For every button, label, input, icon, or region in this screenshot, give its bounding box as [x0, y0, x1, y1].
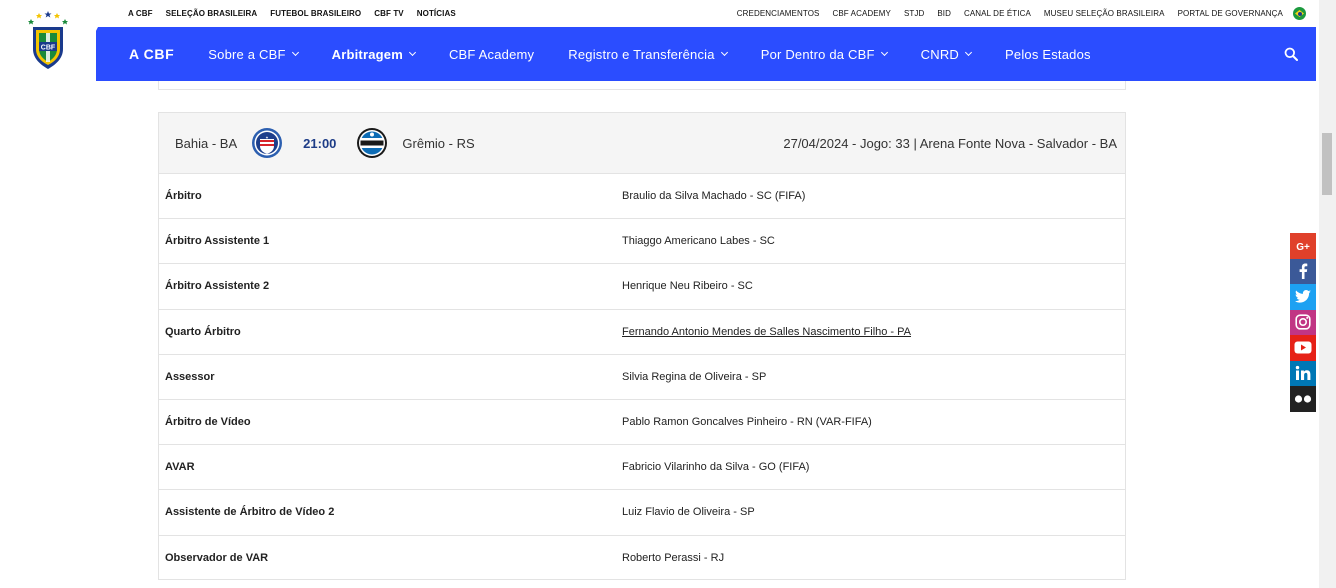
top-link-noticias[interactable]: NOTÍCIAS [417, 9, 456, 18]
official-name: Henrique Neu Ribeiro - SC [622, 280, 753, 293]
away-team-name[interactable]: Grêmio - RS [402, 136, 474, 151]
nav-label: Por Dentro da CBF [760, 46, 875, 62]
official-role: Árbitro de Vídeo [165, 416, 251, 429]
official-row: Assistente de Árbitro de Vídeo 2 Luiz Fl… [159, 490, 1125, 536]
chevron-down-icon [880, 48, 888, 56]
svg-text:★: ★ [265, 136, 269, 140]
nav-label: CNRD [920, 46, 960, 62]
official-role: Observador de VAR [165, 552, 269, 565]
chevron-down-icon [964, 48, 973, 56]
official-row: Árbitro de Vídeo Pablo Ramon Goncalves P… [159, 400, 1125, 446]
youtube-icon[interactable] [1290, 335, 1316, 361]
match-header: Bahia - BA ★ 21:00 Grêmio - RS 27/04/202… [159, 113, 1125, 174]
official-name: Silvia Regina de Oliveira - SP [622, 370, 767, 383]
bahia-crest-icon: ★ [252, 128, 283, 158]
top-link-canal-etica[interactable]: CANAL DE ÉTICA [964, 9, 1031, 18]
top-utility-bar: A CBF SELEÇÃO BRASILEIRA FUTEBOL BRASILE… [96, 0, 1316, 27]
facebook-icon[interactable] [1290, 258, 1316, 284]
match-time: 21:00 [303, 135, 337, 151]
match-info: 27/04/2024 - Jogo: 33 | Arena Fonte Nova… [783, 135, 1117, 151]
official-role: Árbitro Assistente 2 [165, 280, 270, 293]
official-row: Observador de VAR Roberto Perassi - RJ [159, 536, 1125, 581]
page-scrollbar[interactable] [1319, 0, 1336, 588]
instagram-icon[interactable] [1290, 309, 1316, 335]
nav-item-cbf-academy[interactable]: CBF Academy [449, 47, 534, 62]
nav-item-sobre[interactable]: Sobre a CBF [208, 46, 299, 62]
match-card: Bahia - BA ★ 21:00 Grêmio - RS 27/04/202… [158, 112, 1126, 580]
nav-label: Arbitragem [331, 46, 403, 62]
top-link-a-cbf[interactable]: A CBF [128, 9, 153, 18]
official-role: AVAR [165, 461, 195, 474]
nav-brand[interactable]: A CBF [129, 46, 174, 62]
top-link-cbf-academy[interactable]: CBF ACADEMY [832, 9, 890, 18]
google-plus-icon[interactable]: G+ [1290, 233, 1316, 259]
search-icon[interactable] [1284, 47, 1298, 61]
official-name: Luiz Flavio de Oliveira - SP [622, 506, 755, 519]
chevron-down-icon [291, 48, 299, 56]
cbf-logo[interactable]: CBF [0, 0, 96, 81]
official-row: AVAR Fabricio Vilarinho da Silva - GO (F… [159, 445, 1125, 491]
official-name: Thiaggo Americano Labes - SC [622, 235, 775, 248]
gremio-crest-icon [357, 128, 388, 158]
svg-text:CBF: CBF [41, 44, 56, 51]
social-sidebar: G+ [1290, 233, 1316, 412]
official-row: Assessor Silvia Regina de Oliveira - SP [159, 355, 1125, 400]
nav-item-cnrd[interactable]: CNRD [920, 46, 973, 62]
chevron-down-icon [408, 48, 417, 56]
flickr-icon[interactable] [1290, 386, 1316, 412]
official-role: Árbitro Assistente 1 [165, 235, 270, 248]
nav-item-pelos-estados[interactable]: Pelos Estados [1005, 47, 1091, 62]
top-link-cbftv[interactable]: CBF TV [374, 9, 404, 18]
nav-item-arbitragem[interactable]: Arbitragem [331, 46, 417, 62]
nav-label: Pelos Estados [1005, 46, 1091, 62]
top-link-credenciamentos[interactable]: CREDENCIAMENTOS [737, 9, 820, 18]
official-row: Árbitro Assistente 2 Henrique Neu Ribeir… [159, 264, 1125, 310]
top-link-stjd[interactable]: STJD [904, 9, 924, 18]
top-link-futebol[interactable]: FUTEBOL BRASILEIRO [270, 9, 361, 18]
top-link-bid[interactable]: BID [937, 9, 951, 18]
brazil-flag-icon[interactable] [1293, 7, 1306, 20]
linkedin-icon[interactable] [1290, 360, 1316, 386]
official-name: Pablo Ramon Goncalves Pinheiro - RN (VAR… [622, 416, 872, 429]
main-nav: A CBF Sobre a CBF Arbitragem CBF Academy… [70, 27, 1316, 81]
official-name: Braulio da Silva Machado - SC (FIFA) [622, 190, 806, 203]
nav-item-registro[interactable]: Registro e Transferência [568, 46, 728, 62]
official-name: Roberto Perassi - RJ [622, 552, 725, 565]
top-links-right: CREDENCIAMENTOS CBF ACADEMY STJD BID CAN… [724, 7, 1306, 20]
twitter-icon[interactable] [1290, 284, 1316, 310]
nav-item-por-dentro[interactable]: Por Dentro da CBF [760, 46, 888, 62]
official-role: Assistente de Árbitro de Vídeo 2 [165, 506, 335, 519]
official-name: Fabricio Vilarinho da Silva - GO (FIFA) [622, 461, 810, 474]
official-role: Árbitro [165, 190, 202, 203]
top-link-governanca[interactable]: PORTAL DE GOVERNANÇA [1178, 9, 1283, 18]
nav-label: Sobre a CBF [208, 46, 286, 62]
home-team-name[interactable]: Bahia - BA [175, 136, 237, 151]
official-role: Assessor [165, 370, 215, 383]
nav-label: CBF Academy [448, 46, 535, 62]
official-row: Árbitro Braulio da Silva Machado - SC (F… [159, 174, 1125, 220]
official-row: Quarto Árbitro Fernando Antonio Mendes d… [159, 310, 1125, 355]
official-name-link[interactable]: Fernando Antonio Mendes de Salles Nascim… [616, 326, 911, 338]
top-links-left: A CBF SELEÇÃO BRASILEIRA FUTEBOL BRASILE… [128, 9, 469, 18]
previous-match-card-edge [158, 81, 1126, 90]
cbf-crest-icon: CBF [28, 10, 68, 69]
svg-text:G+: G+ [1296, 242, 1310, 253]
chevron-down-icon [720, 48, 728, 56]
nav-label: Registro e Transferência [568, 46, 715, 62]
official-row: Árbitro Assistente 1 Thiaggo Americano L… [159, 219, 1125, 265]
top-link-selecao[interactable]: SELEÇÃO BRASILEIRA [166, 9, 258, 18]
official-role: Quarto Árbitro [165, 325, 241, 338]
scrollbar-thumb[interactable] [1322, 133, 1332, 195]
top-link-museu[interactable]: MUSEU SELEÇÃO BRASILEIRA [1044, 9, 1165, 18]
